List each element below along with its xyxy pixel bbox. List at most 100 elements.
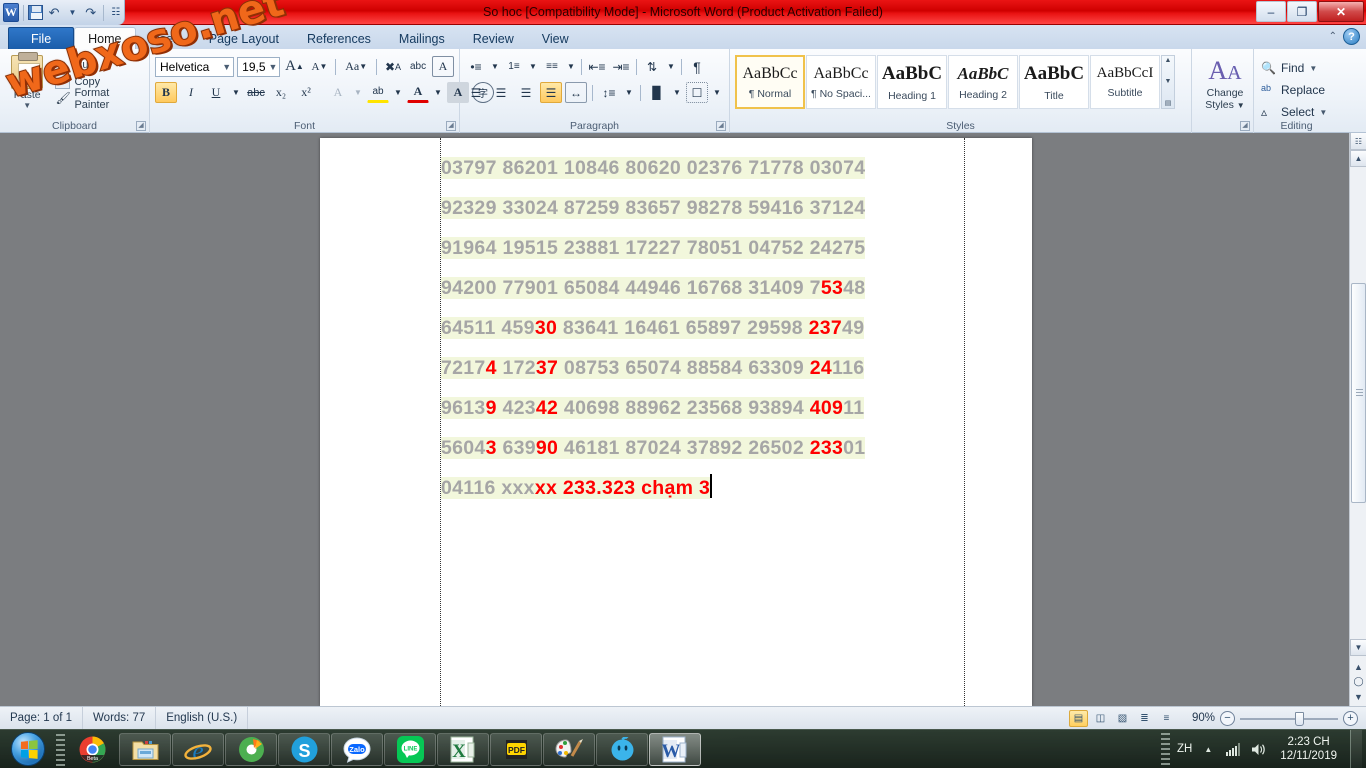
tab-file[interactable]: File [8,27,75,49]
format-painter-button[interactable]: Format Painter [53,87,144,111]
clock[interactable]: 2:23 CH 12/11/2019 [1274,735,1343,763]
undo-dropdown-icon[interactable]: ▼ [64,3,80,23]
scrollbar-thumb[interactable] [1351,283,1366,503]
scroll-down-button[interactable]: ▼ [1350,639,1366,656]
subscript-button[interactable]: x₂ [270,82,292,103]
shading-icon[interactable]: ▉ [646,82,668,103]
taskbar-skype[interactable]: S [278,733,330,766]
style-normal[interactable]: AaBbCc ¶ Normal [735,55,805,109]
font-size-combo[interactable]: 19,5 ▼ [237,56,281,77]
borders-icon[interactable]: ☐ [686,82,708,103]
chevron-down-icon[interactable]: ▼ [489,56,501,77]
full-screen-reading-view-icon[interactable]: ◫ [1091,710,1110,727]
bullet-list-icon[interactable]: •≡ [465,56,487,77]
align-center-icon[interactable]: ☰ [490,82,512,103]
chevron-down-icon[interactable]: ▼ [527,56,539,77]
tab-page-layout[interactable]: Page Layout [195,27,293,49]
scroll-up-button[interactable]: ▲ [1350,150,1366,167]
style-title[interactable]: AaBbC Title [1019,55,1089,109]
font-dialog-launcher[interactable]: ◢ [446,121,456,131]
zoom-out-button[interactable]: − [1220,710,1235,726]
zoom-level[interactable]: 90% [1192,712,1215,724]
split-window-icon[interactable]: ☷ [1350,133,1366,150]
styles-more-icon[interactable]: ▤ [1165,99,1172,107]
underline-button[interactable]: U [205,82,227,103]
align-left-icon[interactable]: ☰ [465,82,487,103]
document-line[interactable]: 92329 33024 87259 83657 98278 59416 3712… [441,188,965,228]
taskbar-file-explorer[interactable] [119,733,171,766]
tab-references[interactable]: References [293,27,385,49]
tab-insert[interactable]: Insert [136,27,195,49]
start-button[interactable] [2,730,54,768]
tab-mailings[interactable]: Mailings [385,27,459,49]
taskbar-line[interactable]: LINE [384,733,436,766]
draft-view-icon[interactable]: ≡ [1157,710,1176,727]
show-desktop-button[interactable] [1350,730,1362,768]
taskbar-bluestacks[interactable] [596,733,648,766]
styles-gallery-scrollbar[interactable]: ▲ ▼ ▤ [1161,55,1175,109]
document-line[interactable]: 03797 86201 10846 80620 02376 71778 0307… [441,148,965,188]
help-icon[interactable]: ? [1343,28,1360,45]
network-icon[interactable] [1224,740,1242,758]
chevron-down-icon[interactable]: ▼ [665,56,677,77]
taskbar-pdf-reader[interactable]: PDF [490,733,542,766]
style-heading-1[interactable]: AaBbC Heading 1 [877,55,947,109]
style-subtitle[interactable]: AaBbCcI Subtitle [1090,55,1160,109]
restore-button[interactable]: ❐ [1287,1,1317,22]
previous-page-icon[interactable]: ▲ [1351,659,1366,674]
paste-dropdown-icon[interactable]: ▼ [5,101,49,110]
paste-button[interactable]: Paste ▼ [5,52,49,110]
minimize-button[interactable]: – [1256,1,1286,22]
minimize-ribbon-icon[interactable]: ⌃ [1329,31,1337,42]
styles-scroll-up-icon[interactable]: ▲ [1165,57,1172,64]
strikethrough-button[interactable]: abc [245,82,267,103]
underline-dropdown-icon[interactable]: ▼ [230,82,242,103]
chevron-down-icon[interactable]: ▼ [671,82,683,103]
styles-scroll-down-icon[interactable]: ▼ [1165,78,1172,85]
taskbar-zalo[interactable]: Zalo [331,733,383,766]
find-button[interactable]: 🔍 Find ▼ [1259,57,1334,79]
chevron-down-icon[interactable]: ▼ [1319,108,1327,117]
undo-icon[interactable]: ↶ [46,3,62,23]
style-heading-2[interactable]: AaBbC Heading 2 [948,55,1018,109]
italic-button[interactable]: I [180,82,202,103]
document-page[interactable]: 03797 86201 10846 80620 02376 71778 0307… [320,138,1032,706]
cut-button[interactable]: Cut [53,56,144,73]
outline-view-icon[interactable]: ≣ [1135,710,1154,727]
word-count[interactable]: Words: 77 [83,706,157,730]
taskbar-word[interactable]: W [649,733,701,766]
language-indicator[interactable]: English (U.S.) [156,706,249,730]
sort-icon[interactable]: ⇅ [641,56,663,77]
chevron-down-icon[interactable]: ▼ [432,82,444,103]
document-line[interactable]: 72174 17237 08753 65074 88584 63309 2411… [441,348,965,388]
superscript-button[interactable]: x² [295,82,317,103]
tab-review[interactable]: Review [459,27,528,49]
text-highlight-color-button[interactable]: ab [367,82,389,103]
distributed-icon[interactable]: ↔ [565,82,587,103]
page-indicator[interactable]: Page: 1 of 1 [0,706,84,730]
text-effects-icon[interactable]: abc [407,56,429,77]
align-right-icon[interactable]: ☰ [515,82,537,103]
volume-icon[interactable] [1249,740,1267,758]
taskbar-paint[interactable] [543,733,595,766]
taskbar-chrome[interactable]: Beta [66,733,118,766]
web-layout-view-icon[interactable]: ▧ [1113,710,1132,727]
chevron-down-icon[interactable]: ▼ [266,62,278,72]
paragraph-dialog-launcher[interactable]: ◢ [716,121,726,131]
zoom-slider[interactable] [1240,711,1338,726]
word-app-logo[interactable]: W [3,3,19,22]
document-line[interactable]: 91964 19515 23881 17227 78051 04752 2427… [441,228,965,268]
show-hidden-icons-icon[interactable]: ▲ [1199,740,1217,758]
document-line[interactable]: 56043 63990 46181 87024 37892 26502 2330… [441,428,965,468]
chevron-down-icon[interactable]: ▼ [565,56,577,77]
document-line[interactable]: 96139 42342 40698 88962 23568 93894 4091… [441,388,965,428]
vertical-scrollbar[interactable]: ☷ ▲ ▼ ▲ ◯ ▼ [1349,133,1366,706]
font-name-combo[interactable]: Helvetica ▼ [155,56,235,77]
close-button[interactable]: ✕ [1318,1,1364,22]
grow-font-button[interactable]: A ▲ [283,56,305,77]
customize-qat-icon[interactable]: ☷ [108,3,124,23]
tab-home[interactable]: Home [74,27,136,49]
change-styles-button[interactable]: AA Change Styles ▼ [1197,51,1253,112]
taskbar-unikey[interactable] [225,733,277,766]
bold-button[interactable]: B [155,82,177,103]
